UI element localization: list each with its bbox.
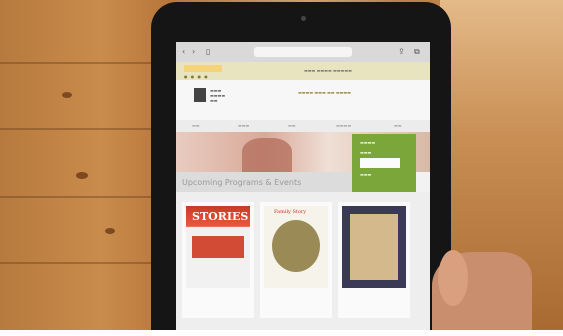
- poster-title: Family Story: [274, 209, 307, 215]
- event-poster: [342, 206, 406, 288]
- event-poster: Family Story: [264, 206, 328, 288]
- section-band: Upcoming Programs & Events: [176, 172, 352, 192]
- section-title: Upcoming Programs & Events: [182, 178, 302, 187]
- poster-graphic: [192, 236, 244, 258]
- tabs-icon[interactable]: ⧉: [414, 47, 420, 57]
- browser-toolbar: ‹ › ▯ ⇪ ⧉: [176, 42, 430, 62]
- camera-icon: [301, 16, 306, 21]
- poster-title: STORIES: [192, 210, 249, 223]
- forward-icon[interactable]: ›: [192, 47, 195, 57]
- nav-item[interactable]: ▬▬▬▬: [336, 123, 351, 128]
- bookmarks-icon[interactable]: ▯: [206, 47, 210, 57]
- bottom-border: [0, 330, 563, 336]
- library-logo: [194, 88, 206, 102]
- back-icon[interactable]: ‹: [182, 47, 185, 57]
- main-nav: ▬▬ ▬▬▬ ▬▬ ▬▬▬▬ ▬▬: [176, 120, 430, 132]
- nav-item[interactable]: ▬▬: [192, 123, 200, 128]
- nav-item[interactable]: ▬▬: [288, 123, 296, 128]
- login-label: ▬▬▬: [360, 172, 372, 177]
- events-content: STORIES Family Story: [176, 192, 430, 334]
- event-card[interactable]: STORIES: [182, 202, 254, 318]
- nav-item[interactable]: ▬▬: [394, 123, 402, 128]
- header-links: ▬▬▬▬ ▬▬▬ ▬▬ ▬▬▬▬: [298, 90, 351, 95]
- poster-graphic: [350, 214, 398, 280]
- hero-photo: [242, 138, 292, 172]
- event-card[interactable]: Family Story: [260, 202, 332, 318]
- wood-knot: [105, 228, 115, 234]
- wood-knot: [76, 172, 88, 179]
- site-header: ▬▬▬ ▬▬▬▬ ▬▬ ▬▬▬▬ ▬▬▬ ▬▬ ▬▬▬▬: [176, 80, 430, 120]
- share-icon[interactable]: ⇪: [398, 47, 405, 57]
- login-label: ▬▬▬: [360, 150, 372, 155]
- utility-links: ▬▬▬ ▬▬▬▬ ▬▬▬▬▬: [304, 68, 352, 73]
- site-name-text: ▬▬▬ ▬▬▬▬ ▬▬: [210, 88, 226, 103]
- event-poster: STORIES: [186, 206, 250, 288]
- username-field[interactable]: [360, 158, 400, 168]
- site-utility-bar: ● ● ● ● ▬▬▬ ▬▬▬▬ ▬▬▬▬▬: [176, 62, 430, 80]
- address-bar[interactable]: [254, 47, 352, 57]
- event-card[interactable]: [338, 202, 410, 318]
- thumb: [438, 250, 468, 306]
- poster-graphic: [272, 220, 320, 272]
- wood-knot: [62, 92, 72, 98]
- login-title: ▬▬▬▬: [360, 140, 376, 145]
- site-search-input[interactable]: [184, 65, 222, 72]
- social-icons: ● ● ● ●: [184, 74, 209, 79]
- tablet-screen: ‹ › ▯ ⇪ ⧉ ● ● ● ● ▬▬▬ ▬▬▬▬ ▬▬▬▬▬ ▬▬▬ ▬▬▬▬…: [176, 42, 430, 334]
- nav-item[interactable]: ▬▬▬: [238, 123, 249, 128]
